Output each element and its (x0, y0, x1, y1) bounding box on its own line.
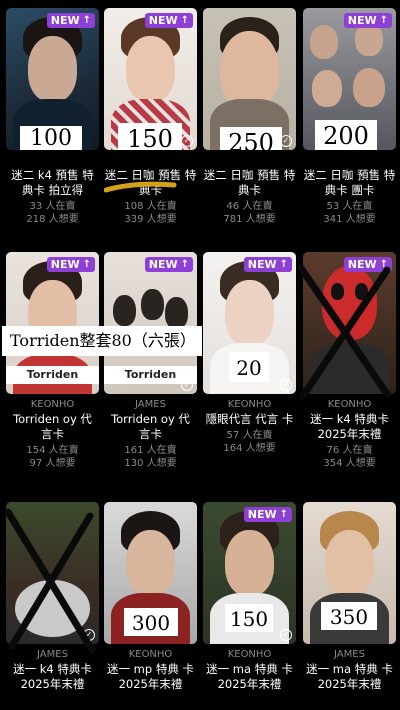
price-tag: 350 (321, 602, 377, 630)
want-count: 781 人想要 (223, 214, 276, 225)
card-photo: ✓ 250 (203, 8, 296, 150)
member-name: JAMES (334, 649, 365, 660)
card-title: 隱眼代言 代言 卡 (205, 412, 294, 426)
card-title: 迷一 k4 特典卡 2025年末禮 (310, 412, 389, 441)
card-photo: Torriden NEW ↑ (6, 252, 99, 394)
sell-count: 46 人在賣 (226, 201, 273, 212)
card-photo: 300 (104, 502, 197, 644)
arrow-up-icon: ↑ (180, 259, 189, 270)
bundle-price-label: Torriden整套80（六張） (2, 326, 202, 356)
sell-count: 154 人在賣 (26, 445, 79, 456)
listing-card[interactable]: NEW ↑ 200 迷二 日咖 預售 特典卡 團卡 53 人在賣 341 人想要 (303, 8, 396, 226)
listing-card[interactable]: NEW ↑ ✓ 20 KEONHO 隱眼代言 代言 卡 57 人在賣 164 人想要 (203, 252, 296, 455)
sell-count: 33 人在賣 (29, 201, 76, 212)
member-name: KEONHO (227, 399, 272, 410)
arrow-up-icon: ↑ (379, 259, 388, 270)
listing-card[interactable]: NEW ↑ KEONHO 迷一 k4 特典卡 2025年末禮 76 人在賣 354 … (297, 252, 396, 470)
price-tag: 150 (118, 123, 182, 150)
want-count: 354 人想要 (323, 458, 376, 469)
arrow-up-icon: ↑ (279, 509, 288, 520)
card-title: 迷二 k4 預售 特典卡 拍立得 (11, 168, 94, 197)
card-photo: NEW ↑ ✓ 150 (203, 502, 296, 644)
want-count: 164 人想要 (223, 443, 276, 454)
member-name: KEONHO (227, 649, 272, 660)
sell-count: 76 人在賣 (326, 445, 373, 456)
want-count: 339 人想要 (124, 214, 177, 225)
listing-card[interactable]: NEW ↑ ✓ 150 KEONHO 迷一 ma 特典 卡 2025年末禮 (203, 502, 296, 692)
listing-card[interactable]: ✓ 250 迷二 日咖 預售 特典卡 46 人在賣 781 人想要 (203, 8, 296, 226)
member-name: KEONHO (327, 399, 372, 410)
new-badge: NEW ↑ (343, 257, 392, 272)
sell-count: 108 人在賣 (124, 201, 177, 212)
listing-card[interactable]: ✓ JAMES 迷一 k4 特典卡 2025年末禮 (4, 502, 99, 692)
card-photo: NEW ↑ (303, 252, 396, 394)
price-tag: 20 (229, 352, 269, 382)
want-count: 218 人想要 (26, 214, 79, 225)
arrow-up-icon: ↑ (279, 259, 288, 270)
card-title: 迷二 日咖 預售 特典卡 團卡 (303, 168, 396, 197)
want-count: 130 人想要 (124, 458, 177, 469)
member-name: JAMES (37, 649, 68, 660)
check-icon: ✓ (181, 379, 193, 391)
new-badge: NEW ↑ (144, 257, 193, 272)
price-tag: 300 (124, 608, 178, 636)
check-icon: ✓ (181, 135, 193, 147)
card-title: Torriden oy 代 言卡 (111, 412, 190, 441)
check-icon: ✓ (280, 629, 292, 641)
listing-card[interactable]: NEW ↑ 100 迷二 k4 預售 特典卡 拍立得 33 人在賣 218 人想要 (6, 8, 99, 226)
sell-count: 57 人在賣 (226, 430, 273, 441)
member-name (104, 154, 197, 168)
card-photo: NEW ↑ ✓ 20 (203, 252, 296, 394)
card-photo: NEW ↑ 200 (303, 8, 396, 150)
card-title: Torriden oy 代 言卡 (13, 412, 92, 441)
listing-card[interactable]: Torriden NEW ↑ KEONHO Torriden oy 代 言卡 15… (6, 252, 99, 470)
listing-card[interactable]: Torriden NEW ↑ ✓ JAMES Torriden oy 代 言卡 1… (104, 252, 197, 470)
card-photo: NEW ↑ ✓ 150 (104, 8, 197, 150)
arrow-up-icon: ↑ (82, 259, 91, 270)
card-photo: 350 (303, 502, 396, 644)
new-badge: NEW ↑ (343, 13, 392, 28)
member-name (6, 154, 99, 168)
new-badge: NEW ↑ (243, 507, 292, 522)
listing-grid: NEW ↑ 100 迷二 k4 預售 特典卡 拍立得 33 人在賣 218 人想要 … (0, 0, 400, 710)
want-count: 341 人想要 (323, 214, 376, 225)
card-title: 迷一 k4 特典卡 2025年末禮 (13, 662, 92, 691)
arrow-up-icon: ↑ (180, 15, 189, 26)
listing-card[interactable]: 350 JAMES 迷一 ma 特典 卡 2025年末禮 (303, 502, 396, 692)
price-tag: 150 (225, 604, 273, 632)
brand-label: Torriden (6, 366, 99, 384)
member-name: KEONHO (128, 649, 173, 660)
new-badge: NEW ↑ (46, 13, 95, 28)
price-tag: 100 (20, 126, 82, 150)
listing-card[interactable]: NEW ↑ ✓ 150 迷二 日咖 預售 特典卡 108 人在賣 339 人想要 (104, 8, 197, 226)
new-badge: NEW ↑ (46, 257, 95, 272)
card-title: 迷一 ma 特典 卡 2025年末禮 (306, 662, 393, 691)
card-title: 迷一 ma 特典 卡 2025年末禮 (206, 662, 293, 691)
new-badge: NEW ↑ (144, 13, 193, 28)
want-count: 97 人想要 (29, 458, 76, 469)
card-title: 迷二 日咖 預售 特典卡 (203, 168, 296, 197)
price-tag: 250 (220, 127, 282, 150)
arrow-up-icon: ↑ (379, 15, 388, 26)
card-title: 迷一 mp 特典 卡 2025年末禮 (107, 662, 194, 691)
card-photo: ✓ (6, 502, 99, 644)
card-photo: Torriden NEW ↑ ✓ (104, 252, 197, 394)
member-name: KEONHO (30, 399, 75, 410)
card-title: 迷二 日咖 預售 特典卡 (104, 168, 197, 197)
price-tag: 200 (315, 120, 377, 150)
check-icon: ✓ (280, 379, 292, 391)
member-name: JAMES (135, 399, 166, 410)
member-name (203, 154, 296, 168)
check-icon: ✓ (83, 629, 95, 641)
member-name (303, 154, 396, 168)
sell-count: 161 人在賣 (124, 445, 177, 456)
sell-count: 53 人在賣 (326, 201, 373, 212)
card-photo: NEW ↑ 100 (6, 8, 99, 150)
listing-card[interactable]: 300 KEONHO 迷一 mp 特典 卡 2025年末禮 (104, 502, 197, 692)
new-badge: NEW ↑ (243, 257, 292, 272)
arrow-up-icon: ↑ (82, 15, 91, 26)
